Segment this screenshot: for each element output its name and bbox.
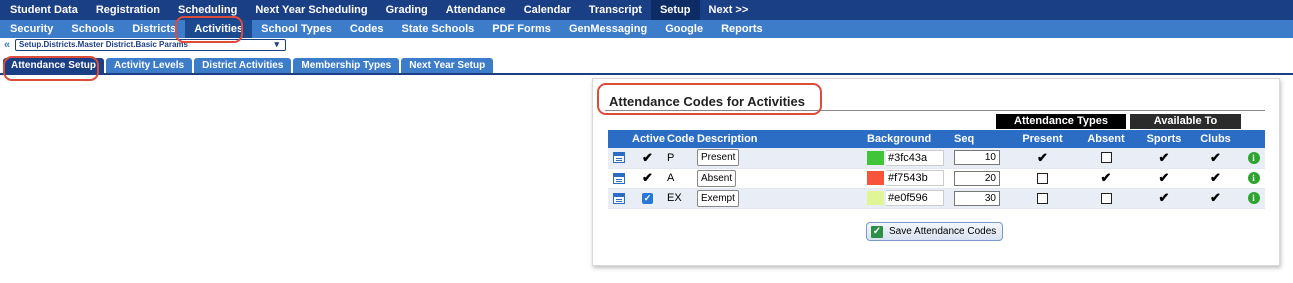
top-menu-item-scheduling[interactable]: Scheduling (169, 0, 246, 20)
top-menu-item-calendar[interactable]: Calendar (515, 0, 580, 20)
tab-attendance-setup[interactable]: Attendance Setup (3, 58, 105, 74)
sub-menu-item-google[interactable]: Google (656, 20, 712, 38)
top-menu-item-next-year-scheduling[interactable]: Next Year Scheduling (246, 0, 376, 20)
calendar-icon[interactable] (613, 152, 625, 164)
color-swatch[interactable] (867, 150, 884, 165)
header-description: Description (695, 130, 865, 148)
seq-input[interactable]: 10 (954, 150, 1000, 166)
header-info (1242, 130, 1265, 148)
info-icon[interactable]: i (1247, 192, 1260, 204)
sub-menu-item-reports[interactable]: Reports (712, 20, 772, 38)
color-hex-field[interactable]: #f7543b (886, 170, 944, 186)
sub-menu-item-activities[interactable]: Activities (185, 20, 253, 38)
breadcrumb: « Setup.Districts.Master District.Basic … (0, 38, 1293, 53)
attendance-codes-table: Active Code Description Background Seq P… (608, 130, 1265, 209)
color-hex-field[interactable]: #e0f596 (886, 190, 944, 206)
active-check-icon: ✔ (642, 149, 653, 165)
calendar-icon[interactable] (613, 192, 625, 204)
description-button[interactable]: Exempt (697, 189, 739, 207)
seq-input[interactable]: 30 (954, 190, 1000, 206)
table-row: ✔ P Present #3fc43a 10 ✔ ✔ ✔ i (608, 148, 1265, 169)
sub-menu-item-schools[interactable]: Schools (62, 20, 123, 38)
color-hex-field[interactable]: #3fc43a (886, 149, 944, 166)
sub-menu-item-pdf-forms[interactable]: PDF Forms (483, 20, 560, 38)
sub-menu-item-districts[interactable]: Districts (123, 20, 185, 38)
absent-check-icon[interactable]: ✔ (1101, 170, 1112, 185)
table-header-row: Active Code Description Background Seq P… (608, 130, 1265, 148)
save-attendance-codes-button[interactable]: ✓ Save Attendance Codes (866, 222, 1004, 241)
description-button[interactable]: Present (697, 149, 740, 167)
top-menu-item-attendance[interactable]: Attendance (437, 0, 515, 20)
info-icon[interactable]: i (1247, 151, 1260, 164)
sub-menu-item-genmessaging[interactable]: GenMessaging (560, 20, 656, 38)
save-button-label: Save Attendance Codes (889, 226, 997, 237)
calendar-icon[interactable] (613, 172, 625, 184)
tab-next-year-setup[interactable]: Next Year Setup (401, 58, 494, 74)
sub-menu-item-codes[interactable]: Codes (341, 20, 393, 38)
tab-membership-types[interactable]: Membership Types (293, 58, 400, 74)
color-swatch[interactable] (867, 191, 884, 205)
sub-menu-item-security[interactable]: Security (0, 20, 62, 38)
save-check-icon: ✓ (871, 225, 883, 238)
header-present: Present (1012, 130, 1073, 148)
header-icon (608, 130, 630, 148)
header-sports: Sports (1139, 130, 1189, 148)
present-checkbox[interactable] (1037, 192, 1048, 204)
top-menu-item-grading[interactable]: Grading (377, 0, 437, 20)
color-swatch[interactable] (867, 171, 884, 185)
header-seq: Seq (952, 130, 1012, 148)
header-background: Background (865, 130, 952, 148)
header-clubs: Clubs (1189, 130, 1242, 148)
chevron-down-icon: ▾ (274, 39, 279, 49)
active-checkbox[interactable]: ✓ (642, 192, 653, 204)
top-menu-item-setup[interactable]: Setup (650, 0, 700, 20)
header-code: Code (665, 130, 695, 148)
table-row: ✔ A Absent #f7543b 20 ✔ ✔ ✔ i (608, 168, 1265, 189)
path-select-value: Setup.Districts.Master District.Basic Pa… (19, 40, 188, 49)
top-menu-item-student-data[interactable]: Student Data (0, 0, 87, 20)
path-select[interactable]: Setup.Districts.Master District.Basic Pa… (15, 39, 286, 51)
sub-menu-item-school-types[interactable]: School Types (252, 20, 341, 38)
top-menu-item-transcript[interactable]: Transcript (580, 0, 651, 20)
info-icon[interactable]: i (1247, 172, 1260, 184)
collapse-chevron-icon[interactable]: « (4, 39, 10, 51)
tab-activity-levels[interactable]: Activity Levels (106, 58, 193, 74)
clubs-check-icon[interactable]: ✔ (1210, 190, 1221, 205)
panel-title: Attendance Codes for Activities (609, 94, 806, 109)
tab-divider (0, 73, 1293, 75)
sub-menu-item-state-schools[interactable]: State Schools (393, 20, 484, 38)
absent-checkbox[interactable] (1100, 192, 1112, 204)
available-to-group-header: Available To (1130, 114, 1241, 129)
present-check-icon[interactable]: ✔ (1037, 150, 1048, 165)
attendance-types-group-header: Attendance Types (996, 114, 1126, 129)
description-button[interactable]: Absent (697, 169, 737, 187)
top-menu-item-registration[interactable]: Registration (87, 0, 169, 20)
clubs-check-icon[interactable]: ✔ (1210, 150, 1221, 165)
seq-input[interactable]: 20 (954, 170, 1000, 186)
top-menu: Student Data Registration Scheduling Nex… (0, 0, 1293, 20)
code-cell: P (665, 148, 695, 169)
active-check-icon: ✔ (642, 170, 653, 185)
header-active: Active (630, 130, 665, 148)
header-absent: Absent (1073, 130, 1139, 148)
tab-bar: Attendance Setup Activity Levels Distric… (3, 58, 495, 74)
absent-checkbox[interactable] (1100, 152, 1112, 164)
present-checkbox[interactable] (1037, 172, 1048, 184)
code-cell: A (665, 168, 695, 189)
sub-menu: Security Schools Districts Activities Sc… (0, 20, 1293, 38)
sports-check-icon[interactable]: ✔ (1159, 150, 1170, 165)
code-cell: EX (665, 188, 695, 209)
table-row: ✓ EX Exempt #e0f596 30 ✔ ✔ i (608, 188, 1265, 209)
tab-district-activities[interactable]: District Activities (194, 58, 292, 74)
top-menu-item-next[interactable]: Next >> (700, 0, 758, 20)
clubs-check-icon[interactable]: ✔ (1210, 170, 1221, 185)
sports-check-icon[interactable]: ✔ (1159, 190, 1170, 205)
sports-check-icon[interactable]: ✔ (1159, 170, 1170, 185)
attendance-codes-panel: Attendance Codes for Activities Attendan… (592, 78, 1280, 266)
title-divider (605, 110, 1265, 111)
